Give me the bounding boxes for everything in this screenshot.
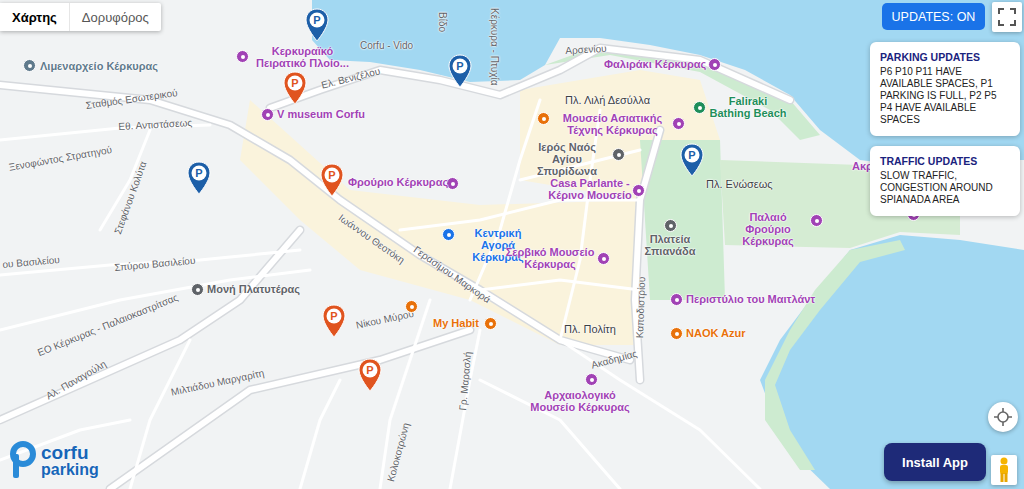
poi-icon[interactable] <box>261 108 274 121</box>
corfu-parking-logo[interactable]: corfu parking <box>8 440 99 480</box>
street-view-button[interactable] <box>991 455 1017 485</box>
map-label: Πλ. Πολίτη <box>564 323 616 335</box>
map-label[interactable]: Μονή Πλατυτέρας <box>207 283 300 295</box>
svg-text:P: P <box>291 77 298 89</box>
map-label[interactable]: Μουσείο Ασιατικής Τέχνης Κέρκυρας <box>555 112 670 136</box>
map-label[interactable]: Faliraki Bathing Beach <box>708 95 788 119</box>
locate-button[interactable] <box>988 402 1018 432</box>
poi-icon[interactable] <box>191 283 204 296</box>
map-label: Καποδιστρίου <box>634 277 648 339</box>
poi-icon[interactable] <box>23 59 36 72</box>
map-label[interactable]: Κερκυραϊκό Πειρατικό Πλοίο... <box>250 45 355 69</box>
map-label: Αρσενίου <box>565 43 607 57</box>
parking-marker[interactable]: P <box>358 358 382 392</box>
crosshair-icon <box>994 408 1012 426</box>
svg-text:P: P <box>688 149 695 161</box>
poi-icon[interactable] <box>442 228 455 241</box>
map-type-tab[interactable]: Χάρτης <box>0 3 69 31</box>
svg-text:P: P <box>366 364 373 376</box>
poi-icon[interactable] <box>810 214 823 227</box>
svg-text:P: P <box>313 14 320 26</box>
svg-text:P: P <box>195 167 202 179</box>
parking-marker[interactable]: P <box>320 163 344 197</box>
panel-text: P6 P10 P11 HAVE AVAILABLE SPACES, P1 PAR… <box>880 66 1010 126</box>
poi-icon[interactable] <box>484 317 497 330</box>
parking-marker[interactable]: P <box>322 304 346 338</box>
map-label: Corfu - Vido <box>360 40 413 52</box>
map-label[interactable]: Παλαιό Φρούριο Κέρκυρας <box>728 211 808 247</box>
map-label: Πλ. Λιλή Δεσύλλα <box>565 94 650 106</box>
map-label[interactable]: Casa Parlante - Κέρινο Μουσείο <box>540 177 640 201</box>
poi-icon[interactable] <box>670 327 683 340</box>
map-type-tab[interactable]: Δορυφόρος <box>69 3 161 31</box>
map-label[interactable]: Αρχαιολογικό Μουσείο Κέρκυρας <box>530 389 630 413</box>
fullscreen-button[interactable] <box>992 2 1022 32</box>
parking-marker[interactable]: P <box>305 8 329 42</box>
map-label[interactable]: Ιερός Ναός Αγίου Σπυρίδωνα <box>522 141 612 177</box>
map-label[interactable]: Σερβικό Μουσείο Κέρκυρας <box>505 246 595 270</box>
map-label[interactable]: Πλατεία Σπιανάδα <box>640 233 700 257</box>
map-type-tabs: ΧάρτηςΔορυφόρος <box>0 3 161 31</box>
poi-icon[interactable] <box>585 373 598 386</box>
poi-icon[interactable] <box>612 148 625 161</box>
map-label[interactable]: Λιμεναρχείο Κέρκυρας <box>40 60 158 72</box>
updates-toggle[interactable]: UPDATES: ON <box>882 3 985 30</box>
panel-title: PARKING UPDATES <box>880 51 1010 63</box>
poi-icon[interactable] <box>632 184 645 197</box>
map-label[interactable]: NAOK Azur <box>686 327 745 339</box>
poi-icon[interactable] <box>670 293 683 306</box>
map-label[interactable]: Περιστύλιο του Μαιτλάντ <box>686 293 815 305</box>
svg-text:P: P <box>330 310 337 322</box>
poi-icon[interactable] <box>708 58 721 71</box>
parking-marker[interactable]: P <box>187 161 211 195</box>
poi-icon[interactable] <box>672 117 685 130</box>
update-panel: TRAFFIC UPDATES SLOW TRAFFIC, CONGESTION… <box>870 146 1020 216</box>
parking-marker[interactable]: P <box>680 143 704 177</box>
poi-icon[interactable] <box>693 101 706 114</box>
map-label[interactable]: Φαλιράκι Κέρκυρας <box>604 58 706 70</box>
poi-icon[interactable] <box>597 252 610 265</box>
fullscreen-icon <box>998 8 1016 26</box>
restaurant-icon[interactable] <box>405 300 418 313</box>
map-label[interactable]: V museum Corfu <box>277 108 365 120</box>
logo-text: corfu <box>41 443 99 462</box>
map-label: Κέρκυρα - Πτυχία <box>488 8 500 86</box>
map-label: Πλ. Ενώσεως <box>706 178 773 190</box>
poi-icon[interactable] <box>236 50 249 63</box>
right-controls: UPDATES: ON PARKING UPDATES P6 P10 P11 H… <box>870 2 1022 216</box>
pegman-icon <box>997 457 1011 483</box>
panel-text: SLOW TRAFFIC, CONGESTION AROUND SPIANADA… <box>880 170 1010 206</box>
svg-text:P: P <box>328 169 335 181</box>
panel-title: TRAFFIC UPDATES <box>880 155 1010 167</box>
map-label: Βίδο <box>436 12 448 32</box>
install-app-button[interactable]: Install App <box>884 443 986 481</box>
svg-text:P: P <box>456 60 463 72</box>
map-label[interactable]: My Habit <box>433 317 479 329</box>
restaurant-icon[interactable] <box>537 112 550 125</box>
parking-marker[interactable]: P <box>283 71 307 105</box>
map-label[interactable]: Φρούριο Κέρκυρας <box>348 176 448 188</box>
poi-icon[interactable] <box>664 219 677 232</box>
logo-pin-icon <box>8 440 38 480</box>
update-panel: PARKING UPDATES P6 P10 P11 HAVE AVAILABL… <box>870 42 1020 136</box>
logo-text: parking <box>41 462 99 478</box>
map-screen: Λιμεναρχείο Κέρκυρας Σταθμός Εσωτερικού … <box>0 0 1024 489</box>
parking-marker[interactable]: P <box>448 54 472 88</box>
